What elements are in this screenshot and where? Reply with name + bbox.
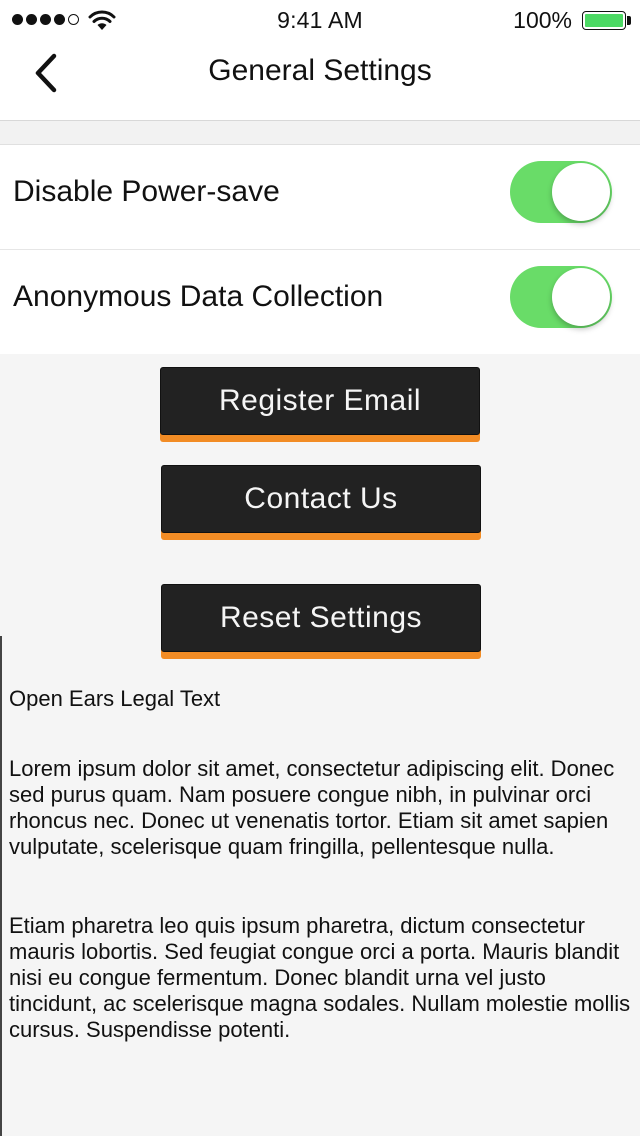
battery-icon xyxy=(582,11,626,30)
battery-nub xyxy=(627,16,631,25)
data-collection-toggle[interactable] xyxy=(510,266,612,328)
status-bar: 9:41 AM 100% xyxy=(0,0,640,40)
reset-settings-button[interactable]: Reset Settings xyxy=(161,584,481,652)
toggle-knob xyxy=(552,163,610,221)
contact-us-button[interactable]: Contact Us xyxy=(161,465,481,533)
page-title: General Settings xyxy=(208,54,432,87)
legal-paragraph: Lorem ipsum dolor sit amet, consectetur … xyxy=(9,756,615,859)
setting-row-power-save: Disable Power-save xyxy=(0,145,640,250)
divider xyxy=(0,636,2,1136)
battery-fill xyxy=(585,14,623,27)
settings-list: Disable Power-save Anonymous Data Collec… xyxy=(0,144,640,354)
navigation-bar: General Settings xyxy=(0,40,640,121)
setting-label: Disable Power-save xyxy=(13,175,280,208)
battery-percent: 100% xyxy=(513,7,572,33)
section-gap xyxy=(0,121,640,144)
setting-row-data-collection: Anonymous Data Collection xyxy=(0,250,640,354)
legal-paragraph: Etiam pharetra leo quis ipsum pharetra, … xyxy=(9,913,631,1042)
setting-label: Anonymous Data Collection xyxy=(13,280,384,313)
legal-title: Open Ears Legal Text xyxy=(9,686,221,711)
register-email-button[interactable]: Register Email xyxy=(160,367,480,435)
power-save-toggle[interactable] xyxy=(510,161,612,223)
toggle-knob xyxy=(552,268,610,326)
